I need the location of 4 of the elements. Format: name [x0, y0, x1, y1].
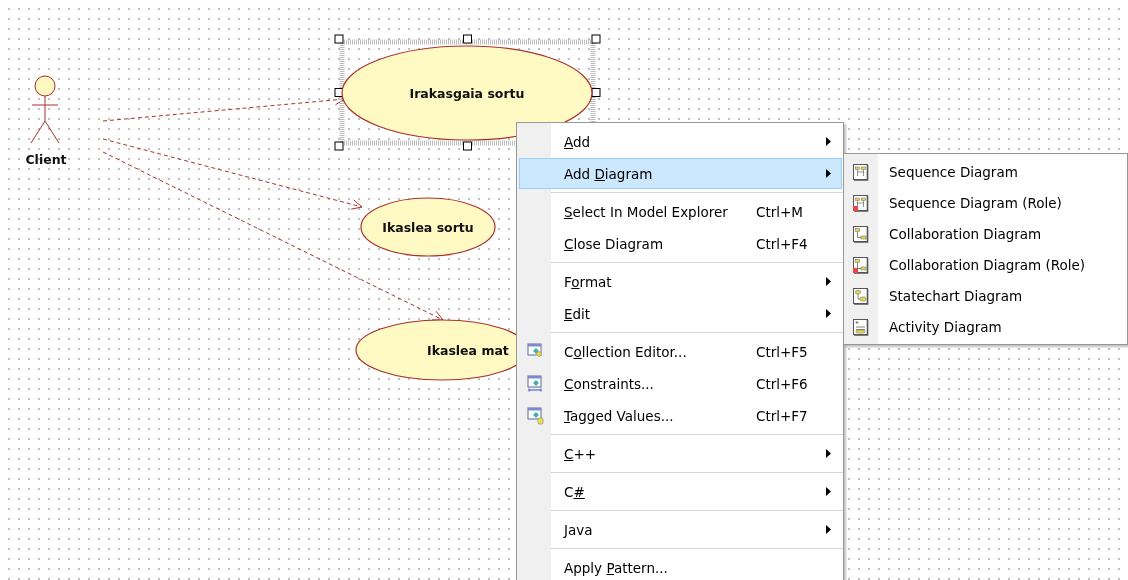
actor-label: Client — [25, 152, 67, 167]
use-case-label: Ikaslea mat — [427, 343, 509, 358]
use-case-label: Irakasgaia sortu — [409, 86, 525, 101]
use-case-label: Ikaslea sortu — [382, 220, 474, 235]
